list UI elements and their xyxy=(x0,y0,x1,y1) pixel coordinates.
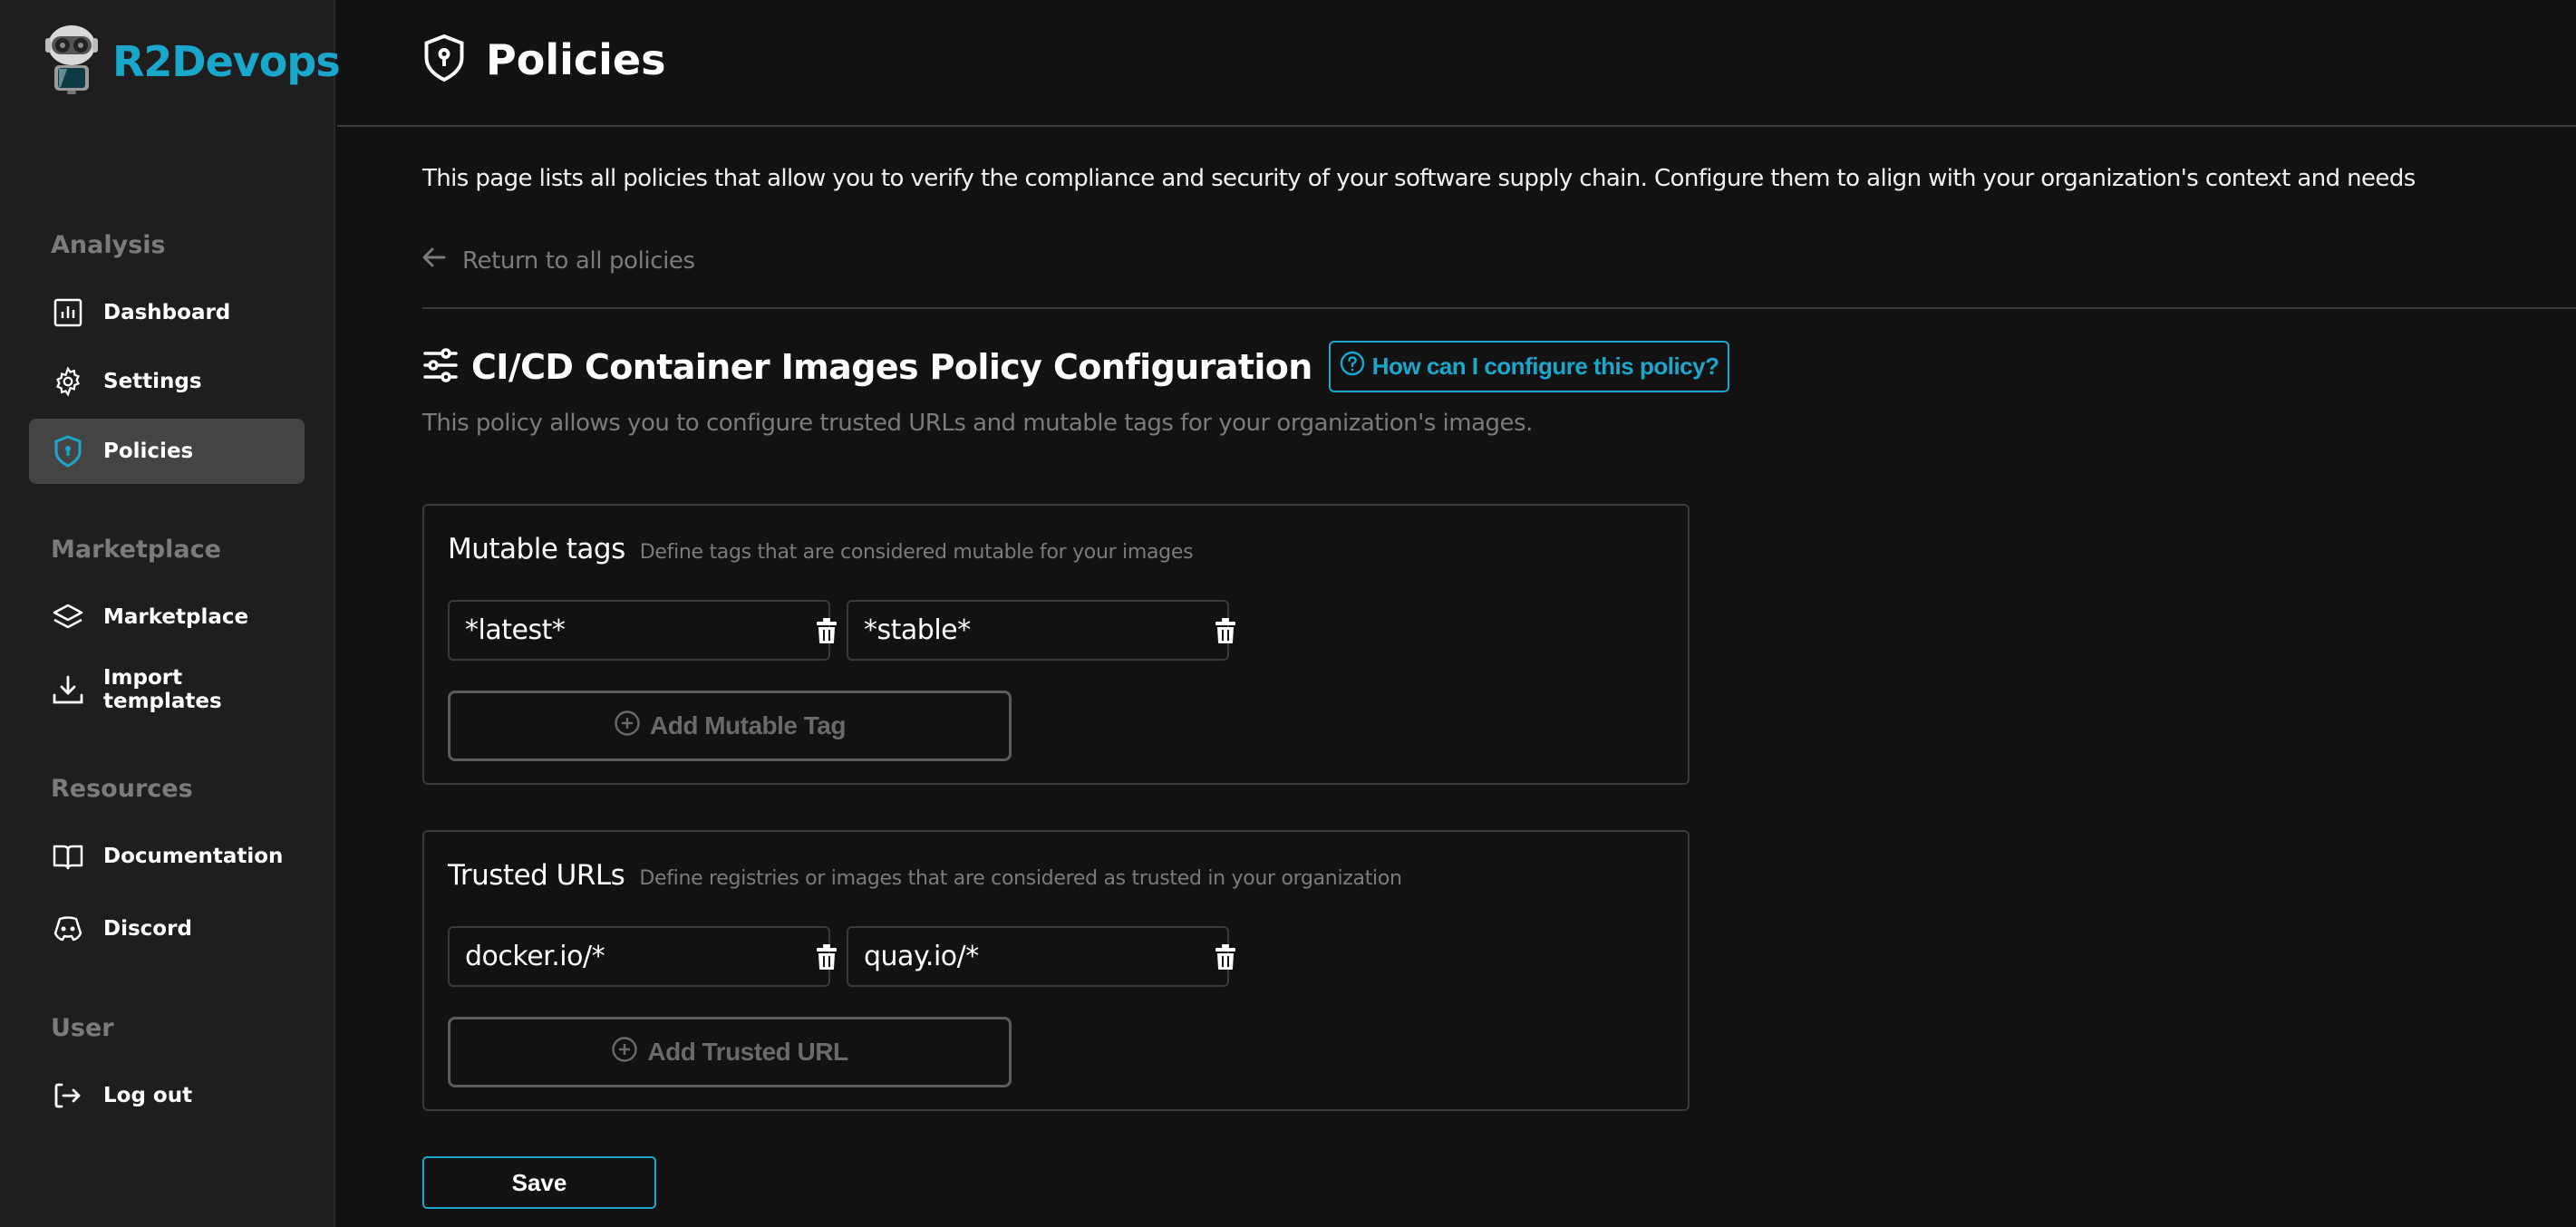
trusted-urls-hint: Define registries or images that are con… xyxy=(639,867,1402,890)
sidebar-item-import-templates[interactable]: Import templates xyxy=(29,657,305,722)
help-configure-button[interactable]: How can I configure this policy? xyxy=(1328,341,1730,392)
sliders-icon xyxy=(422,347,459,387)
trash-icon[interactable] xyxy=(1215,939,1236,975)
trusted-url-entry xyxy=(847,926,1235,987)
trusted-url-input[interactable] xyxy=(848,928,1202,985)
content-divider xyxy=(422,307,2576,309)
return-link-label: Return to all policies xyxy=(462,246,695,275)
sidebar-item-marketplace[interactable]: Marketplace xyxy=(29,585,305,650)
logout-icon xyxy=(53,1080,83,1111)
add-mutable-tag-label: Add Mutable Tag xyxy=(650,711,846,739)
question-circle-icon xyxy=(1340,351,1365,382)
bar-chart-icon xyxy=(53,297,83,328)
shield-lock-icon xyxy=(422,33,466,87)
sidebar-item-label: Settings xyxy=(103,370,202,393)
section-title-analysis: Analysis xyxy=(51,231,166,259)
sidebar-item-label: Documentation xyxy=(103,845,284,868)
policy-title: CI/CD Container Images Policy Configurat… xyxy=(471,346,1312,387)
add-mutable-tag-button[interactable]: Add Mutable Tag xyxy=(448,691,1012,761)
page-description: This page lists all policies that allow … xyxy=(422,165,2416,192)
robot-logo-icon xyxy=(44,24,100,100)
sidebar-item-label: Policies xyxy=(103,440,194,463)
policy-subtitle: This policy allows you to configure trus… xyxy=(422,410,1533,437)
brand-logo[interactable]: R2Devops xyxy=(44,24,341,100)
help-button-label: How can I configure this policy? xyxy=(1371,353,1719,380)
sidebar-item-logout[interactable]: Log out xyxy=(29,1063,305,1128)
plus-circle-icon xyxy=(611,1036,638,1069)
gear-icon xyxy=(53,366,83,397)
sidebar-item-dashboard[interactable]: Dashboard xyxy=(29,280,305,345)
brand-name: R2Devops xyxy=(112,37,341,86)
discord-icon xyxy=(53,913,83,944)
mutable-tag-entry xyxy=(847,600,1235,661)
sidebar-item-label: Marketplace xyxy=(103,605,249,629)
save-button[interactable]: Save xyxy=(422,1156,656,1209)
add-trusted-url-label: Add Trusted URL xyxy=(647,1038,848,1066)
header-divider xyxy=(337,125,2576,127)
trusted-url-entry xyxy=(448,926,837,987)
book-icon xyxy=(53,841,83,872)
main-content: Policies This page lists all policies th… xyxy=(337,0,2576,1227)
sidebar-item-label: Dashboard xyxy=(103,301,231,324)
mutable-tag-input[interactable] xyxy=(848,602,1202,659)
sidebar: R2Devops Analysis Dashboard Settings Pol… xyxy=(0,0,341,1227)
policy-config-header: CI/CD Container Images Policy Configurat… xyxy=(422,341,1730,392)
trash-icon[interactable] xyxy=(816,613,838,649)
mutable-tags-panel: Mutable tags Define tags that are consid… xyxy=(422,504,1690,785)
trusted-urls-title: Trusted URLs xyxy=(448,859,625,892)
sidebar-item-documentation[interactable]: Documentation xyxy=(29,824,305,889)
sidebar-item-discord[interactable]: Discord xyxy=(29,896,305,961)
download-icon xyxy=(53,674,83,705)
shield-lock-icon xyxy=(53,435,83,468)
sidebar-item-label: Import templates xyxy=(103,666,222,713)
mutable-tag-entry xyxy=(448,600,837,661)
sidebar-item-label: Log out xyxy=(103,1084,193,1107)
layers-icon xyxy=(53,602,83,633)
sidebar-item-settings[interactable]: Settings xyxy=(29,349,305,414)
sidebar-item-label: Discord xyxy=(103,917,192,941)
page-title: Policies xyxy=(486,35,666,84)
arrow-left-icon xyxy=(422,246,446,275)
return-to-policies-link[interactable]: Return to all policies xyxy=(422,246,695,275)
mutable-tags-hint: Define tags that are considered mutable … xyxy=(639,541,1194,564)
add-trusted-url-button[interactable]: Add Trusted URL xyxy=(448,1017,1012,1087)
section-title-marketplace: Marketplace xyxy=(51,536,221,564)
trash-icon[interactable] xyxy=(1215,613,1236,649)
plus-circle-icon xyxy=(614,710,641,743)
trash-icon[interactable] xyxy=(816,939,838,975)
section-title-resources: Resources xyxy=(51,775,193,803)
page-header: Policies xyxy=(422,33,665,87)
trusted-urls-panel: Trusted URLs Define registries or images… xyxy=(422,830,1690,1111)
mutable-tags-title: Mutable tags xyxy=(448,533,625,565)
trusted-url-input[interactable] xyxy=(450,928,803,985)
section-title-user: User xyxy=(51,1014,114,1042)
mutable-tag-input[interactable] xyxy=(450,602,803,659)
sidebar-item-policies[interactable]: Policies xyxy=(29,419,305,484)
